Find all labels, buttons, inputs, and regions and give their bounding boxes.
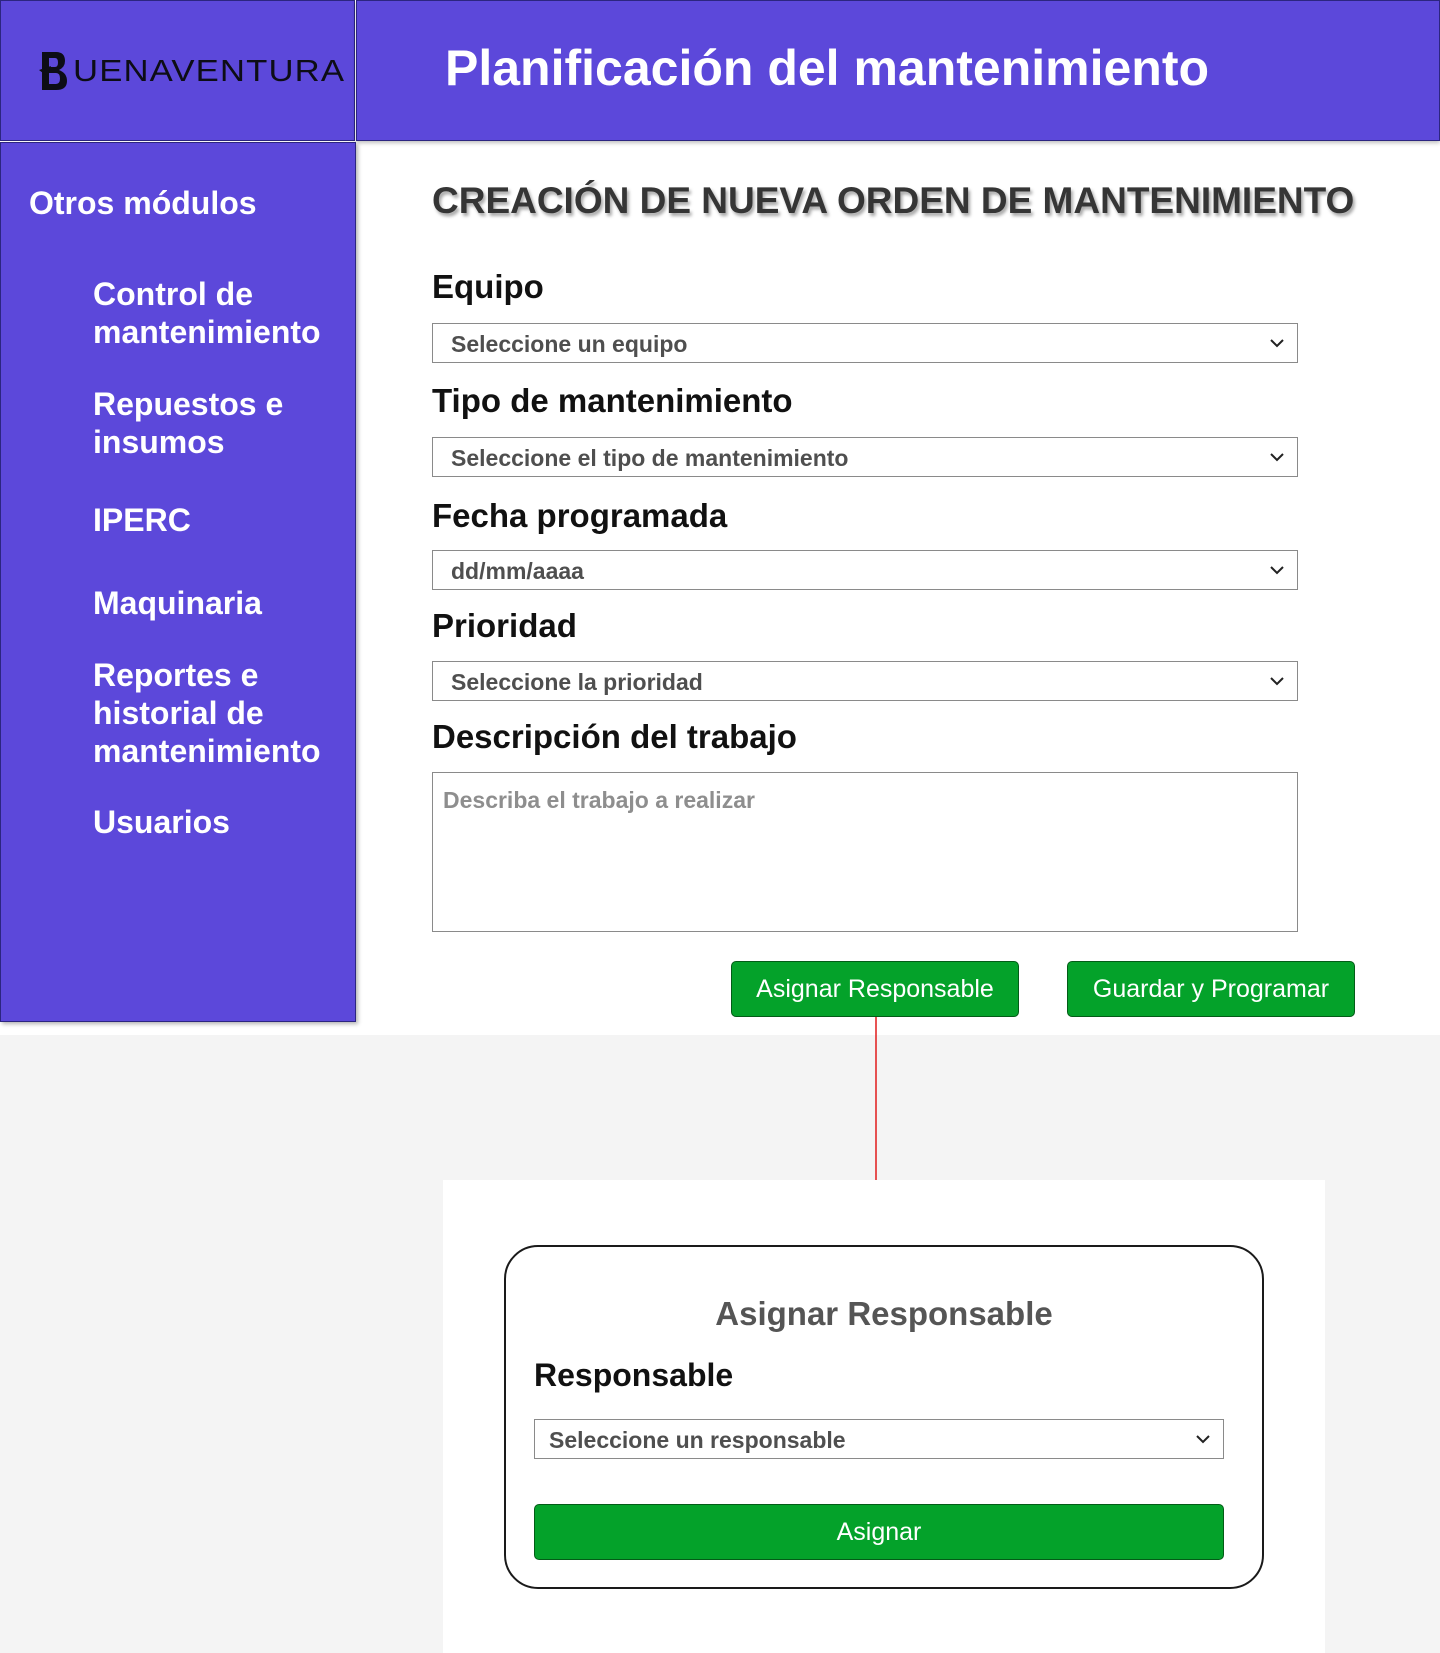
prioridad-select-value: Seleccione la prioridad xyxy=(451,669,703,695)
main-screen: UENAVENTURA Planificación del mantenimie… xyxy=(0,0,1440,1035)
chevron-down-icon xyxy=(1270,677,1284,686)
descripcion-textarea[interactable]: Describa el trabajo a realizar xyxy=(432,772,1298,932)
assign-responsable-modal: Asignar Responsable Responsable Seleccio… xyxy=(504,1245,1264,1589)
logo-wordmark: UENAVENTURA xyxy=(73,52,346,88)
sidebar: Otros módulos Control de mantenimiento R… xyxy=(0,142,356,1022)
chevron-down-icon xyxy=(1270,566,1284,575)
chevron-down-icon xyxy=(1270,339,1284,348)
logo-b-icon xyxy=(39,51,68,90)
sidebar-heading: Otros módulos xyxy=(29,185,257,221)
sidebar-item-iperc[interactable]: IPERC xyxy=(93,501,343,539)
tipo-mantenimiento-select[interactable]: Seleccione el tipo de mantenimiento xyxy=(432,437,1298,477)
prioridad-label: Prioridad xyxy=(432,607,577,644)
save-schedule-button[interactable]: Guardar y Programar xyxy=(1067,961,1355,1017)
fecha-programada-label: Fecha programada xyxy=(432,497,728,534)
company-logo[interactable]: UENAVENTURA xyxy=(39,50,344,92)
form-heading: CREACIÓN DE NUEVA ORDEN DE MANTENIMIENTO xyxy=(432,180,1355,221)
brand-area: UENAVENTURA xyxy=(0,0,355,141)
descripcion-label: Descripción del trabajo xyxy=(432,718,797,755)
equipo-label: Equipo xyxy=(432,268,544,305)
prioridad-select[interactable]: Seleccione la prioridad xyxy=(432,661,1298,701)
fecha-programada-input[interactable]: dd/mm/aaaa xyxy=(432,550,1298,590)
sidebar-item-maquinaria[interactable]: Maquinaria xyxy=(93,584,343,622)
assign-responsable-button[interactable]: Asignar Responsable xyxy=(731,961,1019,1017)
equipo-select[interactable]: Seleccione un equipo xyxy=(432,323,1298,363)
fecha-programada-value: dd/mm/aaaa xyxy=(451,558,584,584)
equipo-select-value: Seleccione un equipo xyxy=(451,331,688,357)
sidebar-item-repuestos-insumos[interactable]: Repuestos e insumos xyxy=(93,385,343,461)
responsable-label: Responsable xyxy=(534,1357,734,1393)
sidebar-item-reportes-historial[interactable]: Reportes e historial de mantenimiento xyxy=(93,656,343,770)
chevron-down-icon xyxy=(1196,1435,1210,1444)
page-title: Planificación del mantenimiento xyxy=(445,40,1210,96)
tipo-mantenimiento-value: Seleccione el tipo de mantenimiento xyxy=(451,445,849,471)
descripcion-placeholder: Describa el trabajo a realizar xyxy=(443,787,755,813)
asignar-button[interactable]: Asignar xyxy=(534,1504,1224,1560)
modal-title: Asignar Responsable xyxy=(715,1295,1053,1332)
chevron-down-icon xyxy=(1270,453,1284,462)
responsable-select[interactable]: Seleccione un responsable xyxy=(534,1419,1224,1459)
sidebar-item-control-mantenimiento[interactable]: Control de mantenimiento xyxy=(93,275,343,351)
tipo-mantenimiento-label: Tipo de mantenimiento xyxy=(432,382,793,419)
top-header: Planificación del mantenimiento xyxy=(356,0,1440,141)
responsable-select-value: Seleccione un responsable xyxy=(549,1427,846,1453)
sidebar-item-usuarios[interactable]: Usuarios xyxy=(93,803,343,841)
